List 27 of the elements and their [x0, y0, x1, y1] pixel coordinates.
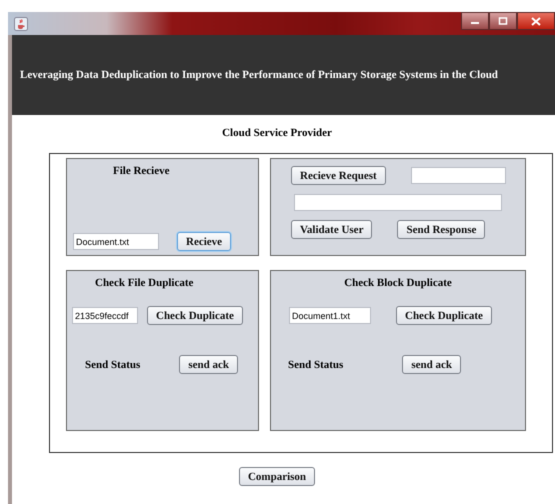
validate-user-button[interactable]: Validate User	[291, 220, 372, 239]
close-icon	[531, 16, 541, 26]
maximize-button[interactable]	[489, 12, 517, 30]
receive-request-button[interactable]: Recieve Request	[291, 166, 386, 185]
maximize-icon	[498, 17, 508, 25]
java-cup-icon	[14, 16, 28, 30]
hash-field[interactable]: 2135c9feccdf	[72, 307, 138, 324]
check-duplicate-button[interactable]: Check Duplicate	[396, 306, 492, 325]
send-ack-button[interactable]: send ack	[402, 355, 461, 374]
request-field[interactable]	[410, 167, 506, 184]
send-status-label: Send Status	[288, 358, 344, 370]
receive-button[interactable]: Recieve	[177, 232, 232, 251]
send-status-label: Send Status	[85, 358, 140, 370]
file-name-field[interactable]: Document.txt	[73, 233, 159, 250]
comparison-button[interactable]: Comparison	[238, 467, 316, 486]
send-response-button[interactable]: Send Response	[397, 220, 486, 239]
app-title: Leveraging Data Deduplication to Improve the Performance of Primary Storage Systems in the Cloud	[20, 69, 498, 81]
section-title: Cloud Service Provider	[221, 127, 333, 141]
minimize-button[interactable]	[461, 12, 489, 30]
close-button[interactable]	[517, 12, 555, 30]
user-field[interactable]	[294, 194, 502, 211]
hash-field[interactable]: Document1.txt	[289, 307, 371, 324]
panel-title: File Recieve	[112, 165, 170, 177]
panel-title: Check File Duplicate	[94, 277, 194, 289]
check-duplicate-button[interactable]: Check Duplicate	[147, 306, 243, 325]
panel-title: Check Block Duplicate	[343, 277, 453, 289]
send-ack-button[interactable]: send ack	[179, 355, 238, 374]
